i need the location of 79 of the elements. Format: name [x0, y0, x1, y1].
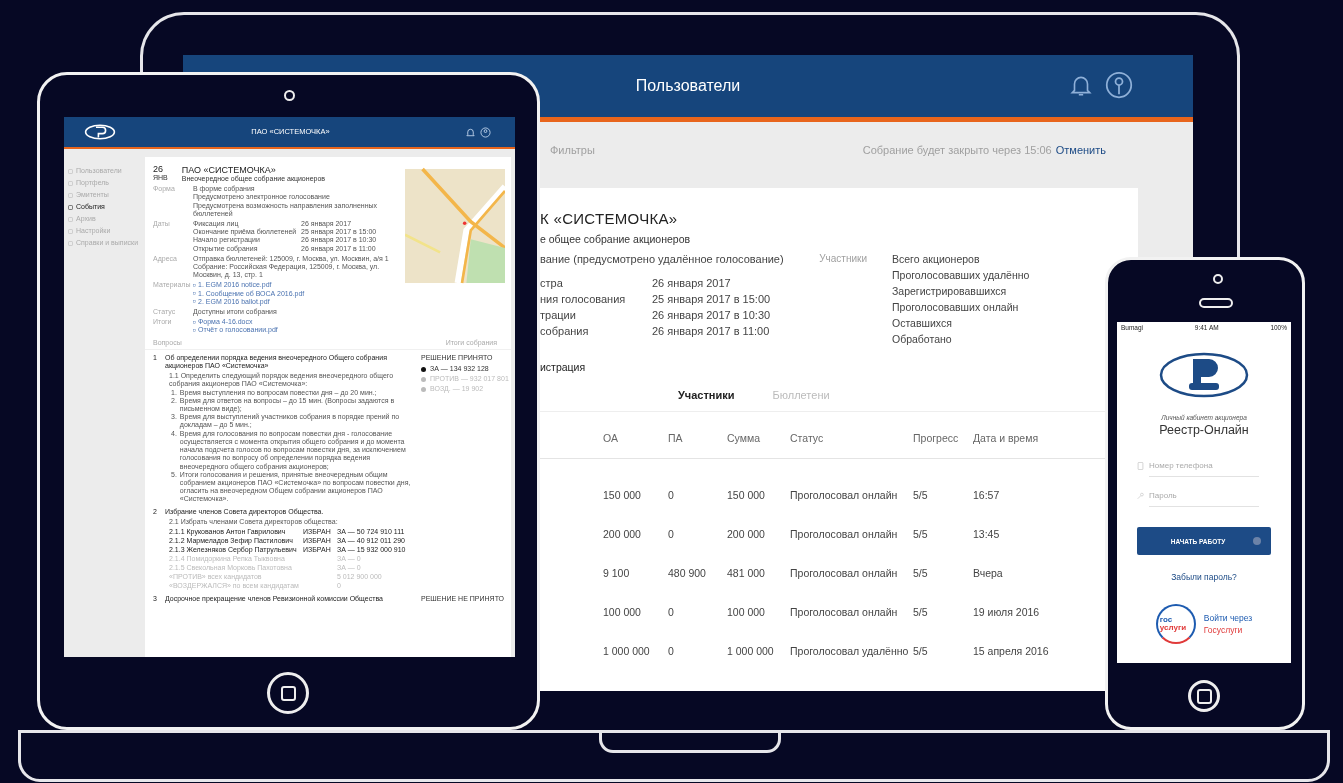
- table-cell-text: 1 000 000: [727, 644, 775, 657]
- table-cell-text: 5/5: [913, 566, 929, 579]
- cancel-link[interactable]: Отменить: [1055, 144, 1106, 156]
- event-title: ПАО «СИСТЕМОЧКА»: [181, 165, 277, 175]
- table-cell-text: 16:57: [973, 488, 1001, 501]
- timer-text: Собрание будет закрыто через 15:06: [862, 144, 1052, 156]
- column-header[interactable]: Статус: [790, 432, 913, 444]
- date-label: собрания: [540, 325, 590, 339]
- gosuslugi-link[interactable]: Войти через Госуслуги: [1203, 612, 1253, 636]
- table-cell-text: 9 100: [603, 566, 631, 579]
- column-header[interactable]: Дата и время: [973, 432, 1073, 444]
- meeting-form: вание (предусмотрено удалённое голосование): [540, 253, 784, 267]
- table-cell-text: 150 000: [727, 488, 766, 501]
- participants-label: Участники: [819, 253, 867, 266]
- table-cell-text: 0: [668, 605, 675, 618]
- table-cell-text: 5/5: [913, 488, 929, 501]
- key-icon: [1137, 492, 1144, 500]
- forgot-password-link[interactable]: Забыли пароль?: [1171, 572, 1237, 582]
- stat-label: Проголосовавших удалённо: [892, 269, 1030, 283]
- phone-icon: [1137, 462, 1144, 470]
- table-cell-text: Проголосовал онлайн: [790, 527, 899, 540]
- table-cell-text: Проголосовал онлайн: [790, 605, 899, 618]
- date-label: стра: [540, 277, 564, 291]
- table-cell-text: Проголосовал удалённо: [790, 644, 910, 657]
- table-cell-text: 480 900: [668, 566, 707, 579]
- logo-icon: [1159, 351, 1249, 399]
- stat-label: Обработано: [892, 333, 953, 347]
- column-header[interactable]: Прогресс: [913, 432, 973, 444]
- home-button[interactable]: [1188, 680, 1220, 712]
- table-cell-text: Проголосовал онлайн: [790, 566, 899, 579]
- date-value: 26 января 2017: [652, 277, 731, 291]
- user-icon[interactable]: [1105, 71, 1133, 99]
- gosuslugi-logo: гос услуги: [1155, 604, 1196, 644]
- meeting-subtitle: е общее собрание акционеров: [540, 233, 692, 245]
- date-day: 26: [153, 165, 168, 174]
- date-label: трации: [540, 309, 577, 323]
- app-title: Реестр-Онлайн: [1159, 423, 1249, 437]
- date-value: 26 января 2017 в 10:30: [652, 309, 771, 323]
- table-cell-text: 150 000: [603, 488, 642, 501]
- table-cell-text: 5/5: [913, 605, 929, 618]
- table-cell-text: 200 000: [603, 527, 642, 540]
- bell-icon[interactable]: [465, 126, 476, 138]
- table-cell-text: 5/5: [913, 527, 929, 540]
- table-cell-text: 19 июля 2016: [973, 605, 1041, 618]
- table-cell-text: 13:45: [973, 527, 1001, 540]
- table-cell-text: Вчера: [973, 566, 1004, 579]
- table-cell-text: 0: [668, 488, 675, 501]
- stat-label: Зарегистрировавшихся: [892, 285, 1008, 299]
- table-cell-text: 0: [668, 527, 675, 540]
- section-label: истрация: [540, 361, 587, 373]
- table-cell-text: 100 000: [727, 605, 766, 618]
- circle-icon: [1253, 537, 1262, 545]
- date-label: ния голосования: [540, 293, 627, 307]
- date-value: 25 января 2017 в 15:00: [652, 293, 771, 307]
- table-cell-text: 15 апреля 2016: [973, 644, 1050, 657]
- table-cell-text: 1 000 000: [603, 644, 651, 657]
- speaker-slot: [1199, 298, 1233, 308]
- table-cell-text: 200 000: [727, 527, 766, 540]
- camera-dot: [1213, 274, 1223, 284]
- column-header[interactable]: ОА: [603, 432, 668, 444]
- logo-icon: [84, 124, 116, 140]
- table-cell-text: 481 000: [727, 566, 766, 579]
- table-cell-text: 0: [668, 644, 675, 657]
- column-header[interactable]: Сумма: [727, 432, 790, 444]
- column-header[interactable]: ПА: [668, 432, 727, 444]
- home-button[interactable]: [267, 672, 309, 714]
- tab[interactable]: Участники: [678, 389, 735, 411]
- camera-dot: [284, 90, 295, 101]
- date-value: 26 января 2017 в 11:00: [652, 325, 770, 339]
- file-icon: [193, 329, 196, 333]
- meeting-title: К «СИСТЕМОЧКА»: [540, 210, 679, 227]
- file-icon: [193, 320, 196, 324]
- stat-label: Всего акционеров: [892, 253, 981, 267]
- header-title: Пользователи: [635, 77, 741, 95]
- table-cell-text: Проголосовал онлайн: [790, 488, 899, 501]
- table-cell-text: 5/5: [913, 644, 929, 657]
- table-cell-text: 100 000: [603, 605, 642, 618]
- stat-label: Проголосовавших онлайн: [892, 301, 1020, 315]
- stat-label: Оставшихся: [892, 317, 953, 331]
